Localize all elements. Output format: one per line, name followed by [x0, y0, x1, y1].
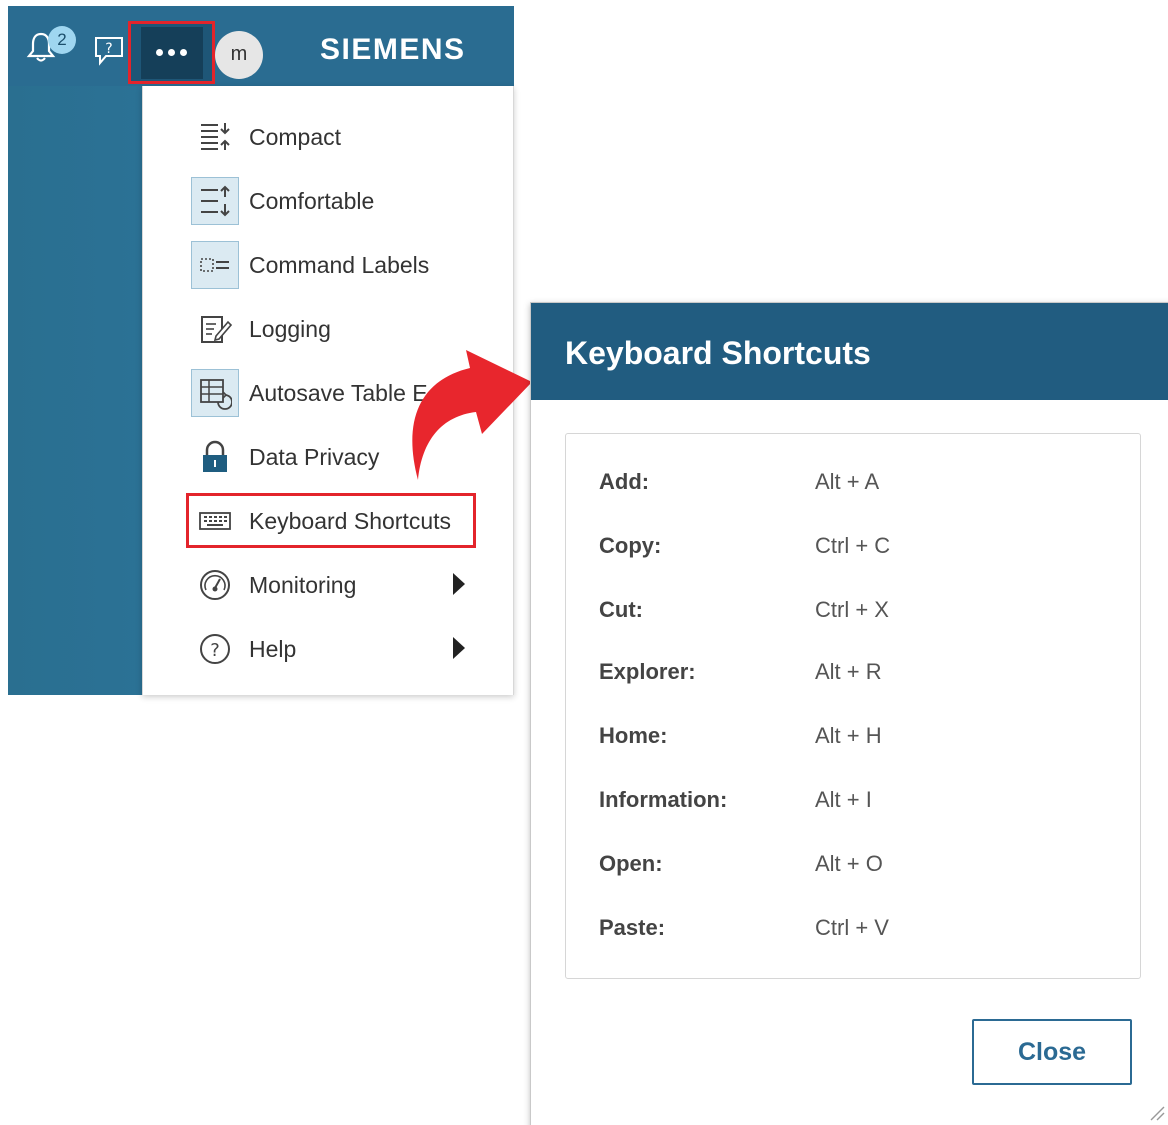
lock-icon: [191, 433, 239, 481]
menu-item-label: Monitoring: [249, 571, 357, 598]
submenu-arrow-icon: [453, 573, 465, 595]
shortcut-keys: Ctrl + V: [815, 915, 889, 940]
menu-item-compact[interactable]: Compact: [191, 111, 491, 163]
shortcut-row: Add: Alt + A: [599, 462, 1099, 502]
menu-item-label: Compact: [249, 123, 342, 150]
shortcut-name: Open:: [599, 851, 663, 876]
menu-item-keyboard-shortcuts[interactable]: Keyboard Shortcuts: [191, 495, 491, 547]
menu-item-label: Logging: [249, 315, 331, 342]
keyboard-icon: [191, 497, 239, 545]
menu-item-label: Command Labels: [249, 251, 430, 278]
menu-item-comfortable[interactable]: Comfortable: [191, 175, 491, 227]
shortcut-keys: Ctrl + C: [815, 533, 891, 558]
shortcut-name: Explorer:: [599, 659, 696, 684]
shortcut-row: Paste: Ctrl + V: [599, 908, 1099, 948]
shortcut-row: Cut: Ctrl + X: [599, 590, 1099, 630]
shortcut-row: Information: Alt + I: [599, 780, 1099, 820]
menu-item-label: Help: [249, 635, 297, 662]
help-icon: ?: [191, 625, 239, 673]
red-arrow-icon: [412, 350, 532, 480]
svg-text:?: ?: [105, 41, 112, 57]
shortcut-list: Add: Alt + A Copy: Ctrl + C Cut: Ctrl + …: [565, 433, 1141, 979]
more-options-button[interactable]: [128, 21, 215, 84]
shortcut-name: Add:: [599, 469, 650, 494]
logging-icon: [191, 305, 239, 353]
menu-item-monitoring[interactable]: Monitoring: [191, 559, 491, 611]
command-labels-icon: [191, 241, 239, 289]
submenu-arrow-icon: [453, 637, 465, 659]
shortcut-name: Copy:: [599, 533, 662, 558]
svg-text:?: ?: [210, 640, 220, 661]
autosave-table-icon: [191, 369, 239, 417]
resize-grip-icon[interactable]: [1147, 1103, 1165, 1121]
close-button[interactable]: Close: [972, 1019, 1132, 1085]
feedback-icon[interactable]: ?: [92, 34, 126, 68]
shortcut-row: Copy: Ctrl + C: [599, 526, 1099, 566]
notification-badge: 2: [48, 26, 76, 54]
siemens-logo: SIEMENS: [320, 33, 466, 66]
menu-item-label: Data Privacy: [249, 443, 380, 470]
shortcut-keys: Ctrl + X: [815, 597, 889, 622]
menu-item-command-labels[interactable]: Command Labels: [191, 239, 491, 291]
menu-item-help[interactable]: ? Help: [191, 623, 491, 675]
menu-item-label: Comfortable: [249, 187, 375, 214]
shortcut-keys: Alt + O: [815, 851, 883, 876]
shortcut-name: Home:: [599, 723, 668, 748]
shortcut-keys: Alt + I: [815, 787, 872, 812]
shortcut-row: Open: Alt + O: [599, 844, 1099, 884]
shortcut-keys: Alt + H: [815, 723, 882, 748]
shortcut-row: Home: Alt + H: [599, 716, 1099, 756]
compact-density-icon: [191, 113, 239, 161]
shortcut-name: Cut:: [599, 597, 643, 622]
shortcut-keys: Alt + A: [815, 469, 880, 494]
dialog-title: Keyboard Shortcuts: [565, 335, 871, 371]
shortcut-name: Information:: [599, 787, 728, 812]
shortcut-row: Explorer: Alt + R: [599, 652, 1099, 692]
avatar[interactable]: m: [215, 31, 263, 79]
shortcut-keys: Alt + R: [815, 659, 882, 684]
gauge-icon: [191, 561, 239, 609]
shortcut-name: Paste:: [599, 915, 666, 940]
more-options-icon: [140, 26, 203, 79]
comfortable-density-icon: [191, 177, 239, 225]
menu-item-label: Keyboard Shortcuts: [249, 507, 452, 534]
keyboard-shortcuts-dialog: Keyboard Shortcuts Add: Alt + A Copy: Ct…: [530, 302, 1168, 1125]
dialog-header: Keyboard Shortcuts: [531, 303, 1168, 400]
